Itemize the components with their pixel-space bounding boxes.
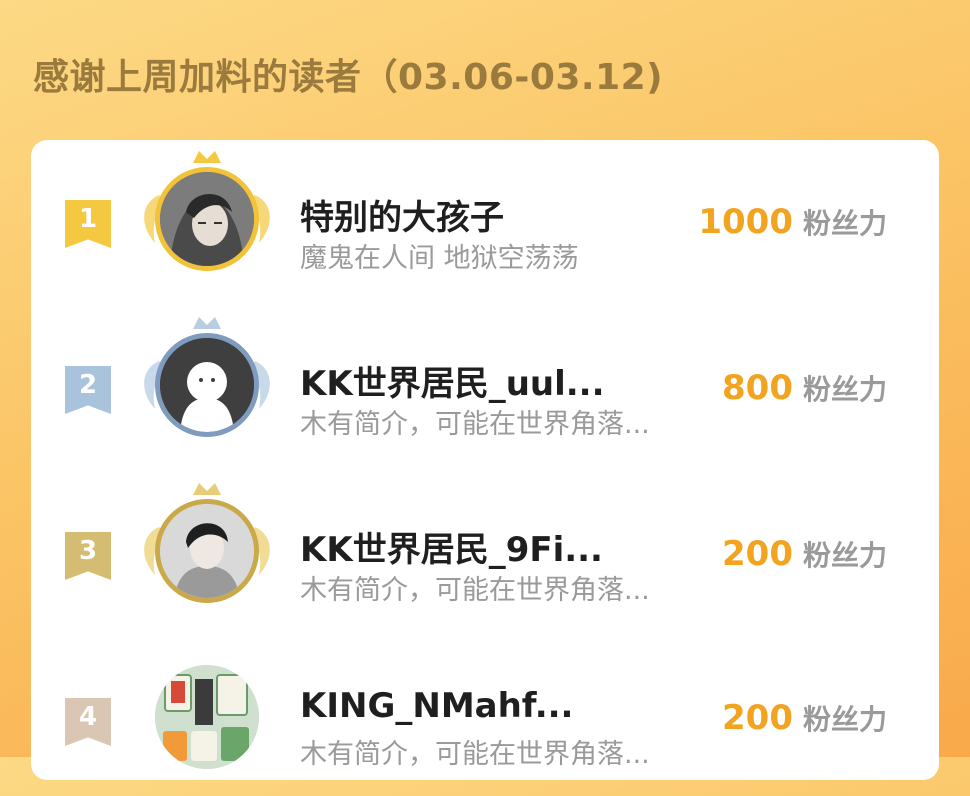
rank-badge-bronze: 3 (65, 532, 111, 580)
score-unit: 粉丝力 (802, 539, 887, 572)
user-name[interactable]: KK世界居民_uul... (300, 356, 605, 405)
avatar-frame-bronze[interactable] (131, 477, 283, 607)
leaderboard-row[interactable]: 3 KK世界居民_9Fi... 木有简介，可能在世界角落... 200 粉丝力 (31, 482, 939, 632)
rank-badge-4: 4 (65, 698, 111, 746)
user-bio: 魔鬼在人间 地狱空荡荡 (300, 243, 579, 274)
score: 200 粉丝力 (722, 534, 887, 574)
user-name[interactable]: KING_NMahf... (300, 686, 573, 726)
score-value: 800 (722, 368, 793, 408)
user-bio: 木有简介，可能在世界角落... (300, 739, 650, 770)
score-value: 200 (722, 698, 793, 738)
avatar-frame-gold[interactable] (131, 145, 283, 275)
score-unit: 粉丝力 (802, 207, 887, 240)
score-unit: 粉丝力 (802, 703, 887, 736)
rank-badge-gold: 1 (65, 200, 111, 248)
user-name[interactable]: 特别的大孩子 (300, 190, 504, 239)
user-bio: 木有简介，可能在世界角落... (300, 409, 650, 440)
leaderboard-card: 1 特别的大孩子 魔鬼在人间 地狱空荡荡 1000 粉丝力 2 KK世界居民_u… (31, 140, 939, 780)
mahjong-tiles-avatar-icon (155, 665, 259, 769)
page-title: 感谢上周加料的读者（03.06-03.12) (33, 57, 664, 98)
dark-haired-character-avatar-icon (155, 167, 259, 271)
avatar-frame-silver[interactable] (131, 311, 283, 441)
default-ghost-avatar-icon (155, 333, 259, 437)
score-unit: 粉丝力 (802, 373, 887, 406)
score-value: 200 (722, 534, 793, 574)
boy-photo-avatar-icon (155, 499, 259, 603)
leaderboard-row[interactable]: 1 特别的大孩子 魔鬼在人间 地狱空荡荡 1000 粉丝力 (31, 150, 939, 300)
avatar-frame-plain[interactable] (131, 643, 283, 773)
score-value: 1000 (698, 202, 793, 242)
user-name[interactable]: KK世界居民_9Fi... (300, 522, 603, 571)
score: 200 粉丝力 (722, 698, 887, 738)
user-bio: 木有简介，可能在世界角落... (300, 575, 650, 606)
leaderboard-row[interactable]: 4 KING_NMahf... 木有简介，可能在世界角落... 200 粉丝力 (31, 646, 939, 796)
rank-badge-silver: 2 (65, 366, 111, 414)
score: 1000 粉丝力 (698, 202, 887, 242)
leaderboard-row[interactable]: 2 KK世界居民_uul... 木有简介，可能在世界角落... 800 粉丝力 (31, 316, 939, 466)
score: 800 粉丝力 (722, 368, 887, 408)
